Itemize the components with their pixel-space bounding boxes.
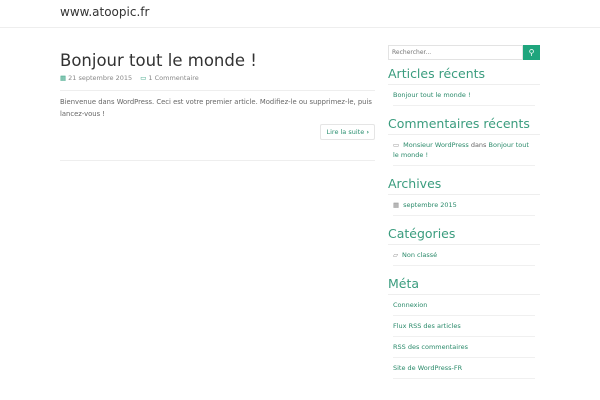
category-link[interactable]: Non classé xyxy=(402,251,437,259)
search-button[interactable]: ⚲ xyxy=(523,45,540,60)
search-icon: ⚲ xyxy=(528,48,535,57)
folder-icon: ▱ xyxy=(393,251,398,259)
meta-wordpress-link[interactable]: Site de WordPress-FR xyxy=(393,358,535,379)
widget-meta: Méta Connexion Flux RSS des articles RSS… xyxy=(388,270,540,379)
post-comments-link[interactable]: 1 Commentaire xyxy=(148,74,198,82)
post-title[interactable]: Bonjour tout le monde ! xyxy=(60,50,375,72)
site-header: www.atoopic.fr xyxy=(0,0,600,28)
read-more-button[interactable]: Lire la suite › xyxy=(320,124,375,140)
post-meta: ▦ 21 septembre 2015 ▭ 1 Commentaire xyxy=(60,74,375,91)
widget-categories: Catégories ▱ Non classé xyxy=(388,220,540,266)
recent-comment: ▭ Monsieur WordPress dans Bonjour tout le… xyxy=(393,135,535,166)
archive-item[interactable]: ▦ septembre 2015 xyxy=(393,195,535,216)
archive-link[interactable]: septembre 2015 xyxy=(403,201,457,209)
search-input[interactable] xyxy=(388,45,523,60)
category-item[interactable]: ▱ Non classé xyxy=(393,245,535,266)
widget-title: Commentaires récents xyxy=(388,110,540,135)
post-date[interactable]: 21 septembre 2015 xyxy=(68,74,132,82)
widget-title: Archives xyxy=(388,170,540,195)
divider xyxy=(60,160,375,161)
chevron-right-icon: › xyxy=(366,128,369,136)
meta-comments-rss-link[interactable]: RSS des commentaires xyxy=(393,337,535,358)
comment-icon: ▭ xyxy=(140,74,147,82)
sidebar: ⚲ Articles récents Bonjour tout le monde… xyxy=(388,45,540,383)
calendar-icon: ▦ xyxy=(393,201,400,209)
calendar-icon: ▦ xyxy=(60,74,67,82)
meta-posts-rss-link[interactable]: Flux RSS des articles xyxy=(393,316,535,337)
post-excerpt: Bienvenue dans WordPress. Ceci est votre… xyxy=(60,98,372,118)
recent-post-link[interactable]: Bonjour tout le monde ! xyxy=(393,85,535,106)
widget-title: Articles récents xyxy=(388,60,540,85)
widget-archives: Archives ▦ septembre 2015 xyxy=(388,170,540,216)
widget-title: Méta xyxy=(388,270,540,295)
read-more-label: Lire la suite xyxy=(326,128,365,136)
comment-icon: ▭ xyxy=(393,141,400,149)
widget-recent-comments: Commentaires récents ▭ Monsieur WordPress… xyxy=(388,110,540,166)
comment-author-link[interactable]: Monsieur WordPress xyxy=(403,141,469,149)
widget-recent-posts: Articles récents Bonjour tout le monde ! xyxy=(388,60,540,106)
main-content: Bonjour tout le monde ! ▦ 21 septembre 20… xyxy=(60,50,375,161)
site-title-link[interactable]: www.atoopic.fr xyxy=(60,5,149,19)
widget-title: Catégories xyxy=(388,220,540,245)
meta-login-link[interactable]: Connexion xyxy=(393,295,535,316)
comment-joiner: dans xyxy=(470,141,487,149)
search-form: ⚲ xyxy=(388,45,540,60)
